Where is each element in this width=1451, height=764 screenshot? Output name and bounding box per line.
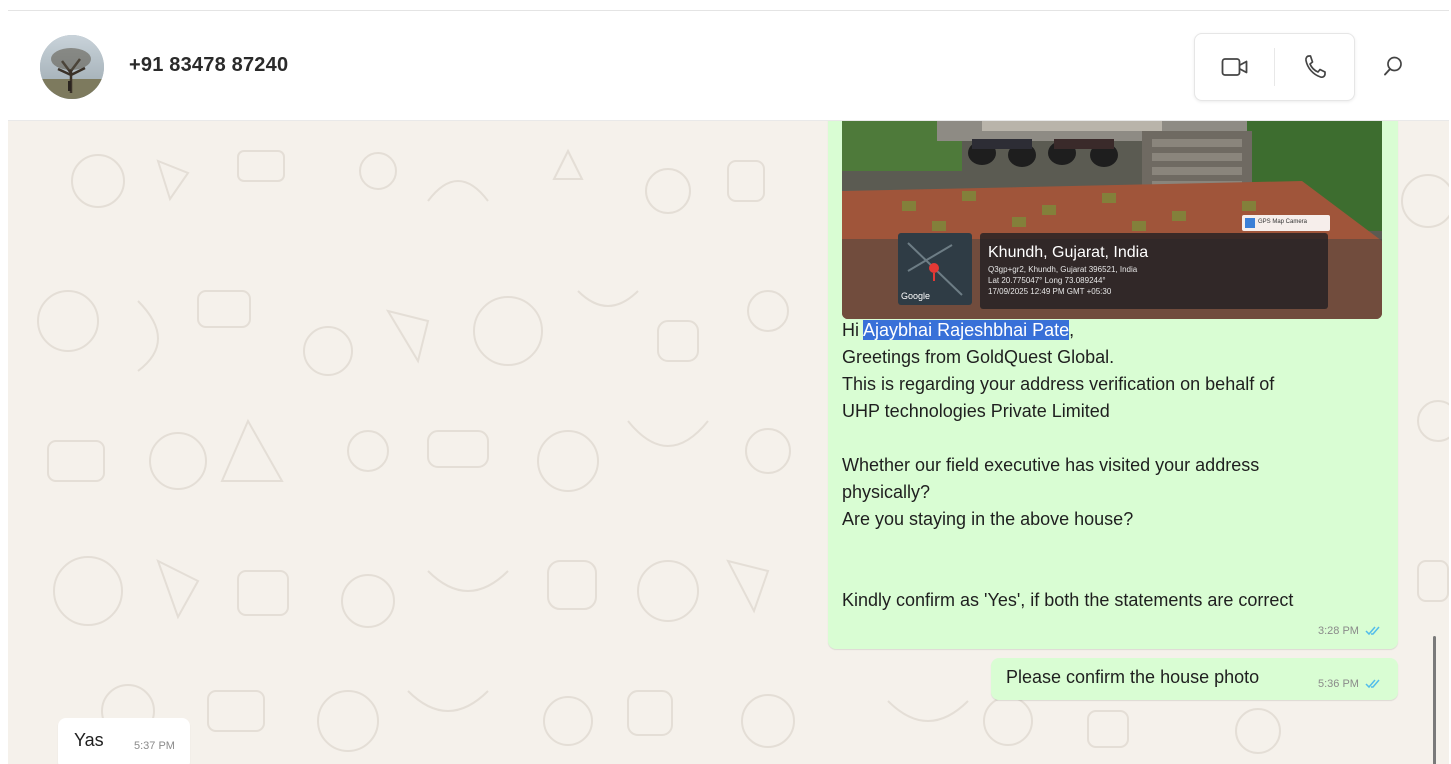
message-text: Hi Ajaybhai Rajeshbhai Pate, Greetings f…	[842, 317, 1372, 614]
search-icon	[1384, 56, 1402, 76]
video-call-icon	[1221, 58, 1247, 76]
message-time: 5:36 PM	[1318, 678, 1359, 690]
avatar-tree-image	[40, 35, 104, 99]
chat-scrollbar[interactable]	[1433, 636, 1436, 764]
greeting-suffix: ,	[1069, 320, 1075, 340]
location-datetime: 17/09/2025 12:49 PM GMT +05:30	[988, 287, 1112, 296]
message-time: 3:28 PM	[1318, 625, 1359, 637]
contact-name[interactable]: +91 83478 87240	[129, 54, 288, 77]
read-ticks-icon	[1365, 679, 1380, 689]
search-button[interactable]	[1378, 51, 1408, 81]
message-time: 5:37 PM	[134, 740, 175, 752]
message-meta: 3:28 PM	[1318, 625, 1381, 637]
selected-name-text[interactable]: Ajaybhai Rajeshbhai Pate	[863, 320, 1070, 340]
message-text: Please confirm the house photo	[1006, 667, 1260, 687]
outgoing-message-bubble[interactable]: Please confirm the house photo 5:36 PM	[991, 658, 1398, 700]
chat-area[interactable]: Khundh, Gujarat, India Q3gp+gr2, Khundh,…	[8, 121, 1449, 764]
message-meta: 5:36 PM	[1318, 678, 1381, 690]
location-coordinates: Lat 20.775047° Long 73.089244°	[988, 276, 1106, 285]
avatar[interactable]	[40, 35, 104, 99]
house-photo[interactable]: Khundh, Gujarat, India Q3gp+gr2, Khundh,…	[842, 121, 1382, 319]
location-title: Khundh, Gujarat, India	[988, 244, 1149, 261]
video-call-button[interactable]	[1195, 34, 1274, 100]
message-body: Greetings from GoldQuest Global. This is…	[842, 347, 1294, 610]
outgoing-message-bubble[interactable]: Khundh, Gujarat, India Q3gp+gr2, Khundh,…	[828, 121, 1398, 649]
read-ticks-icon	[1365, 626, 1380, 636]
voice-call-button[interactable]	[1275, 34, 1354, 100]
chat-header: +91 83478 87240	[8, 10, 1449, 121]
map-google-label: Google	[901, 291, 931, 301]
greeting-prefix: Hi	[842, 320, 864, 340]
gps-app-badge: GPS Map Camera	[1258, 219, 1308, 225]
call-buttons-group	[1194, 33, 1355, 101]
incoming-message-bubble[interactable]: Yas 5:37 PM	[58, 718, 190, 764]
voice-call-icon	[1304, 55, 1326, 79]
location-address: Q3gp+gr2, Khundh, Gujarat 396521, India	[988, 265, 1138, 274]
message-text: Yas	[74, 730, 104, 750]
